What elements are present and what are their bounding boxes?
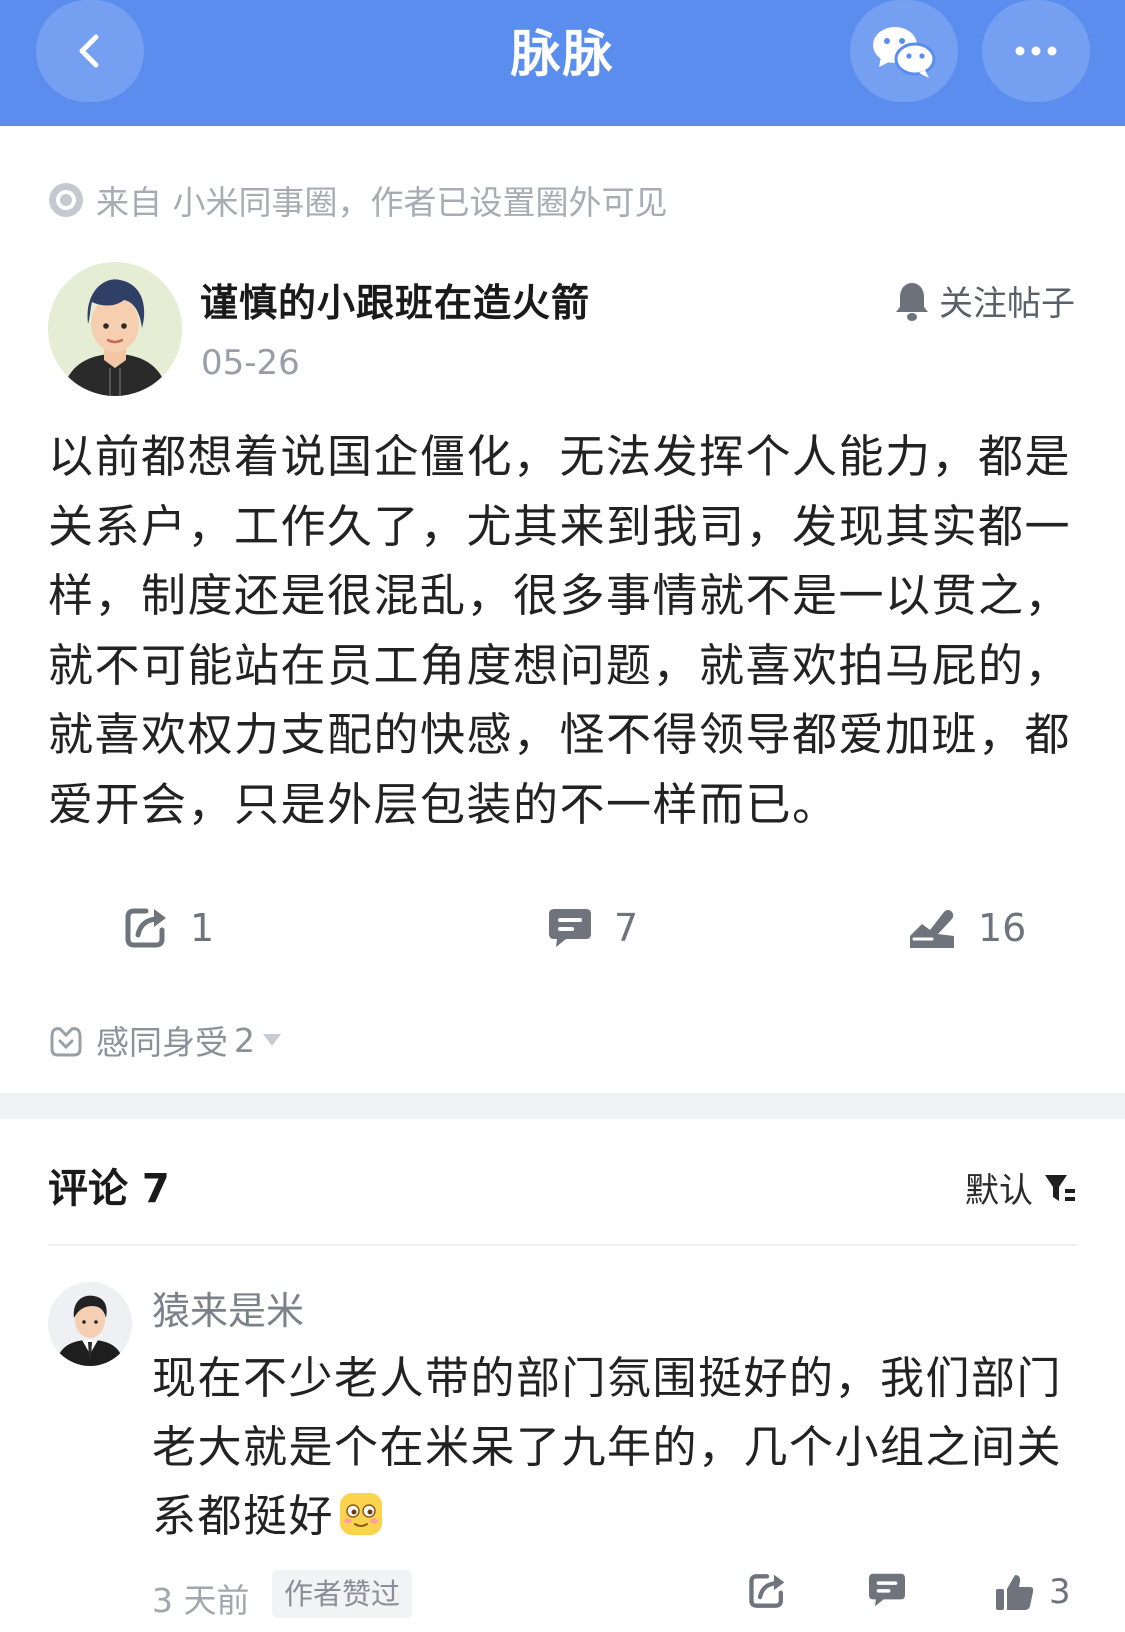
section-divider xyxy=(0,1093,1125,1119)
comment-icon xyxy=(549,909,591,947)
source-text: 来自 小米同事圈，作者已设置圈外可见 xyxy=(96,183,668,222)
share-button[interactable]: 1 xyxy=(124,906,214,950)
comments-title: 评论 7 xyxy=(48,1166,170,1212)
wechat-icon xyxy=(873,27,936,78)
comment-like-count: 3 xyxy=(1049,1572,1071,1612)
follow-post-button[interactable]: 关注帖子 xyxy=(893,276,1075,325)
comment-button[interactable]: 7 xyxy=(548,906,638,950)
empathy-button[interactable]: 16 xyxy=(908,906,1026,950)
author-name[interactable]: 谨慎的小跟班在造火箭 xyxy=(200,272,590,327)
comment-icon xyxy=(869,1573,905,1607)
commenter-avatar-illustration xyxy=(48,1282,132,1366)
comment-time: 3 天前 xyxy=(152,1581,250,1620)
comment-count: 7 xyxy=(614,906,639,950)
comment-text: 现在不少老人带的部门氛围挺好的，我们部门老大就是个在米呆了九年的，几个小组之间关… xyxy=(152,1344,1072,1551)
sort-label: 默认 xyxy=(965,1171,1033,1211)
sort-button[interactable]: 默认 xyxy=(965,1163,1077,1212)
post-body: 以前都想着说国企僵化，无法发挥个人能力，都是关系户，工作久了，尤其来到我司，发现… xyxy=(48,430,1072,831)
author-avatar[interactable] xyxy=(48,262,182,396)
circle-source-icon xyxy=(49,183,83,217)
post-date: 05-26 xyxy=(201,343,300,383)
more-dots-icon xyxy=(1015,46,1057,56)
reaction-count: 2 xyxy=(234,1020,255,1060)
share-count: 1 xyxy=(190,906,215,950)
hand-like-icon xyxy=(910,910,954,948)
reaction-label: 感同身受 xyxy=(96,1023,228,1062)
bell-icon xyxy=(896,282,928,321)
hands-heart-icon xyxy=(50,1027,82,1057)
top-bar: 脉脉 xyxy=(0,0,1125,126)
caret-down-icon xyxy=(263,1034,281,1046)
share-icon xyxy=(749,1574,785,1608)
post-source: 来自 小米同事圈，作者已设置圈外可见 xyxy=(48,176,668,224)
empathy-count: 16 xyxy=(978,906,1027,950)
smile-emoji-icon xyxy=(340,1493,382,1535)
author-avatar-illustration xyxy=(48,262,182,396)
comment-reply-button[interactable] xyxy=(868,1572,906,1608)
comment-share-button[interactable] xyxy=(748,1572,786,1610)
commenter-avatar[interactable] xyxy=(48,1282,132,1366)
commenter-name[interactable]: 猿来是米 xyxy=(152,1280,304,1335)
follow-post-label: 关注帖子 xyxy=(939,284,1075,324)
filter-icon xyxy=(1045,1174,1075,1201)
author-liked-badge: 作者赞过 xyxy=(272,1570,413,1618)
comment-text-content: 现在不少老人带的部门氛围挺好的，我们部门老大就是个在米呆了九年的，几个小组之间关… xyxy=(152,1353,1062,1542)
comment-like-button[interactable]: 3 xyxy=(995,1572,1071,1612)
wechat-share-button[interactable] xyxy=(850,0,958,102)
thumbs-up-icon xyxy=(996,1575,1034,1610)
share-icon xyxy=(125,908,166,948)
reaction-summary[interactable]: 感同身受 2 xyxy=(48,1016,281,1064)
more-button[interactable] xyxy=(982,0,1090,102)
comments-divider xyxy=(48,1244,1078,1246)
